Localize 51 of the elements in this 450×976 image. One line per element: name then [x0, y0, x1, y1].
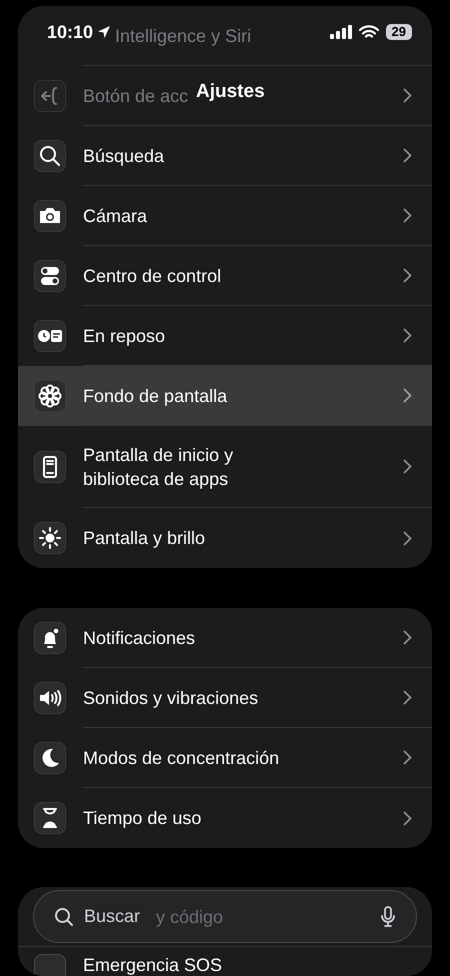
microphone-icon [380, 906, 396, 928]
row-label: Sonidos y vibraciones [83, 686, 260, 710]
row-label: Tiempo de uso [83, 807, 202, 830]
wifi-icon [358, 25, 379, 39]
row-label: Centro de control [83, 264, 222, 288]
chevron-icon [403, 690, 412, 705]
chevron-icon [403, 88, 412, 103]
chevron-icon [403, 750, 412, 765]
signal-icon [330, 25, 352, 39]
hourglass-icon [34, 802, 66, 834]
settings-row[interactable]: Notificaciones [18, 608, 432, 668]
row-label: En reposo [83, 324, 166, 348]
row-label: Pantalla y brillo [83, 527, 206, 550]
row-label: Pantalla de inicio y biblioteca de apps [83, 444, 234, 490]
flower-icon [34, 380, 66, 412]
row-label: Modos de concentración [83, 746, 280, 770]
row-label: Botón de acc [83, 84, 188, 108]
phone-icon [34, 451, 66, 483]
app-icon [34, 954, 66, 976]
speaker-icon [34, 682, 66, 714]
chevron-icon [403, 630, 412, 645]
status-time: 10:10 [47, 21, 94, 44]
search-icon [54, 906, 74, 926]
settings-row[interactable]: Fondo de pantalla [18, 366, 432, 426]
background-row-label: y código [156, 906, 224, 928]
chevron-icon [403, 810, 412, 826]
chevron-icon [403, 328, 412, 343]
bell-icon [34, 622, 66, 654]
battery-level: 29 [386, 24, 412, 40]
row-label: Emergencia SOS [83, 954, 224, 976]
chevron-icon [403, 388, 412, 403]
action-button-icon [34, 80, 66, 112]
toggles-icon [34, 260, 66, 292]
search-field[interactable]: Buscar [84, 903, 146, 930]
row-label: Cámara [83, 204, 148, 228]
page-title: Ajustes [196, 80, 262, 104]
chevron-icon [403, 208, 412, 223]
chevron-icon [403, 530, 412, 546]
clock-card-icon [34, 320, 66, 352]
sun-icon [34, 522, 66, 554]
chevron-icon [403, 268, 412, 283]
chevron-icon [403, 148, 412, 163]
location-arrow-icon [97, 25, 112, 39]
chevron-icon [403, 459, 412, 474]
search-icon [34, 140, 66, 172]
moon-icon [34, 742, 66, 774]
camera-icon [34, 200, 66, 232]
row-label: Fondo de pantalla [83, 384, 228, 408]
row-label: Intelligence y Siri [115, 24, 252, 48]
row-label: Búsqueda [83, 144, 166, 168]
row-label: Notificaciones [83, 626, 196, 650]
